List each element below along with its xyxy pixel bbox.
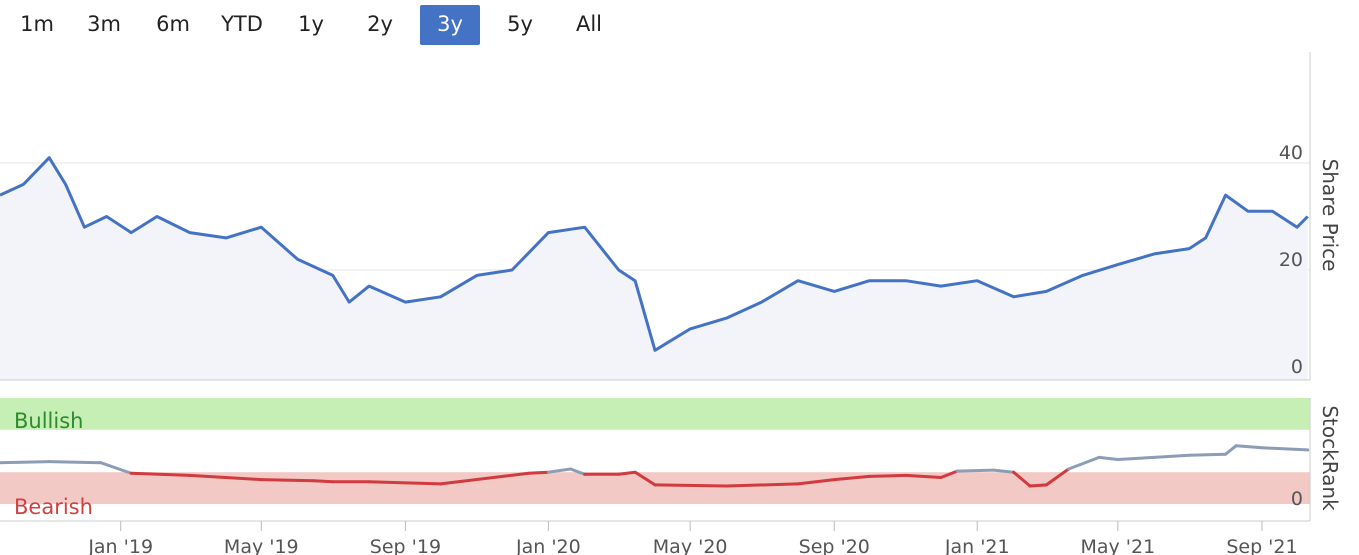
chart-area: 0 20 40 Share Price Bullish Bearish 0 Stoc… (0, 52, 1342, 555)
stockrank-segment (867, 473, 908, 478)
stockrank-segment (653, 483, 728, 488)
x-tick-label: Jan '20 (515, 536, 581, 555)
x-tick-label: Jan '19 (87, 536, 153, 555)
bullish-zone-label: Bullish (14, 409, 83, 433)
stockrank-segment (1067, 455, 1101, 471)
stockrank-segment (904, 473, 943, 479)
stockrank-segment (1187, 452, 1228, 457)
x-axis: Jan '19 May '19 Sep '19 Jan '20 May '20 Sep '… (87, 521, 1298, 555)
stockrank-segment (1028, 483, 1048, 488)
stockrank-segment (546, 467, 573, 474)
x-tick-label: Sep '21 (1226, 536, 1297, 555)
bullish-zone (0, 398, 1310, 430)
rank-y-tick-label: 0 (1291, 488, 1303, 510)
stockrank-segment (1097, 455, 1120, 461)
x-tick-label: May '21 (1080, 536, 1155, 555)
price-y-tick-label: 40 (1279, 142, 1303, 164)
stockrank-segment (1116, 455, 1156, 461)
stockrank-segment (955, 468, 996, 473)
stockrank-segment (259, 478, 316, 483)
price-axis-title: Share Price (1318, 159, 1342, 272)
x-tick-label: Jan '21 (944, 536, 1010, 555)
stockrank-segment (725, 482, 800, 488)
x-tick-label: May '19 (224, 536, 299, 555)
stockrank-segment (527, 470, 550, 475)
stockrank-segment (47, 460, 103, 465)
rank-y-ticks: 0 (1291, 488, 1303, 510)
stockrank-segment (617, 470, 637, 476)
stockrank-segment (312, 479, 335, 484)
price-y-tick-label: 0 (1291, 356, 1303, 378)
stockrank-axis-title: StockRank (1318, 405, 1342, 511)
x-tick-label: Sep '19 (370, 536, 441, 555)
stockrank-segment (1224, 444, 1238, 456)
stockrank-segment (0, 460, 51, 465)
stockrank-segment (99, 461, 133, 475)
bearish-zone-label: Bearish (14, 495, 93, 519)
stockrank-segment (992, 468, 1016, 474)
stockrank-segment (1152, 453, 1191, 459)
price-y-tick-label: 20 (1279, 249, 1303, 271)
x-tick-label: May '20 (653, 536, 728, 555)
stockrank-segment (129, 471, 192, 477)
stockrank-segment (1234, 444, 1264, 450)
x-tick-label: Sep '20 (799, 536, 870, 555)
stockrank-segment (1260, 446, 1310, 452)
